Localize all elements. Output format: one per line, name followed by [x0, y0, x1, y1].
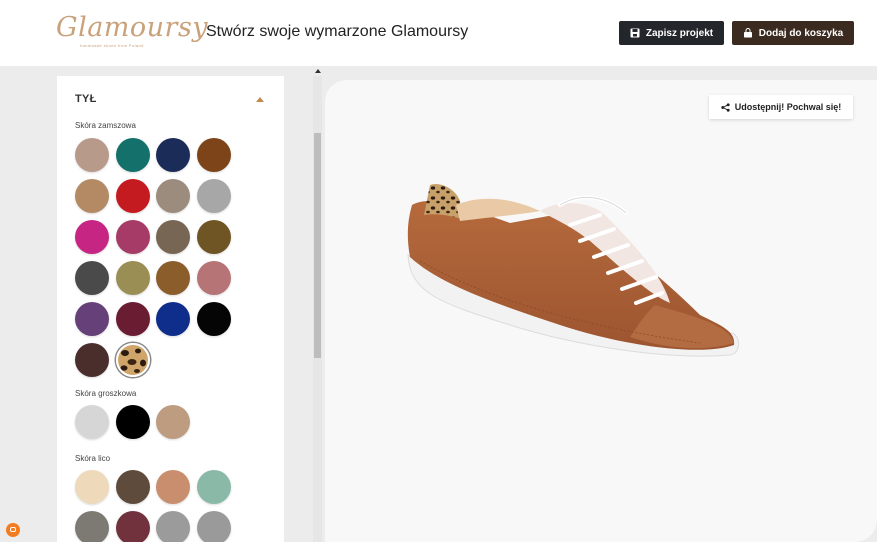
glamoursy-logo[interactable]: Glamoursy handmade shoes from Poland [54, 12, 208, 50]
color-swatch[interactable] [156, 220, 190, 254]
color-swatch[interactable] [197, 261, 231, 295]
color-swatch[interactable] [116, 511, 150, 542]
color-swatch[interactable] [116, 179, 150, 213]
save-project-label: Zapisz projekt [645, 27, 714, 39]
color-swatch[interactable] [156, 470, 190, 504]
floppy-icon [630, 28, 640, 38]
help-widget-icon[interactable] [6, 523, 20, 537]
scroll-up-arrow-icon[interactable] [315, 69, 321, 73]
header: Glamoursy handmade shoes from Poland Stw… [0, 0, 877, 66]
logo-tagline: handmade shoes from Poland [80, 43, 144, 48]
shopping-bag-icon [743, 28, 752, 38]
add-to-cart-label: Dodaj do koszyka [758, 27, 844, 39]
color-swatch[interactable] [75, 343, 109, 377]
color-swatch[interactable] [197, 220, 231, 254]
color-swatch[interactable] [75, 470, 109, 504]
color-swatch[interactable] [197, 138, 231, 172]
color-swatch[interactable] [197, 511, 231, 542]
color-swatch[interactable] [156, 405, 190, 439]
color-swatch[interactable] [75, 220, 109, 254]
group-label-smooth: Skóra lico [75, 454, 111, 463]
share-button[interactable]: Udostępnij! Pochwal się! [709, 95, 853, 119]
color-swatch[interactable] [116, 138, 150, 172]
color-swatch[interactable] [156, 302, 190, 336]
color-swatch[interactable] [156, 511, 190, 542]
color-swatch[interactable] [197, 302, 231, 336]
color-swatch[interactable] [156, 261, 190, 295]
color-swatch-leopard[interactable] [116, 343, 150, 377]
add-to-cart-button[interactable]: Dodaj do koszyka [732, 21, 854, 45]
shoe-preview-image[interactable] [400, 175, 745, 390]
share-label: Udostępnij! Pochwal się! [734, 102, 842, 112]
color-swatch[interactable] [156, 138, 190, 172]
color-swatch[interactable] [197, 179, 231, 213]
color-swatch[interactable] [75, 261, 109, 295]
color-swatch[interactable] [75, 511, 109, 542]
share-icon [721, 102, 730, 112]
group-label-pebbled: Skóra groszkowa [75, 389, 137, 398]
color-swatch[interactable] [75, 302, 109, 336]
color-swatch[interactable] [156, 179, 190, 213]
scrollbar-thumb[interactable] [314, 133, 321, 358]
logo-text: Glamoursy [56, 12, 209, 43]
color-swatch[interactable] [116, 261, 150, 295]
save-project-button[interactable]: Zapisz projekt [619, 21, 724, 45]
color-swatch[interactable] [116, 470, 150, 504]
color-swatch[interactable] [116, 302, 150, 336]
group-label-suede: Skóra zamszowa [75, 121, 136, 130]
color-swatch[interactable] [75, 138, 109, 172]
color-swatch[interactable] [197, 470, 231, 504]
section-title-back[interactable]: TYŁ [75, 93, 97, 105]
color-swatch[interactable] [75, 179, 109, 213]
page-title: Stwórz swoje wymarzone Glamoursy [206, 23, 469, 40]
color-swatch[interactable] [75, 405, 109, 439]
color-swatch[interactable] [116, 220, 150, 254]
caret-up-icon[interactable] [256, 97, 264, 102]
color-swatch[interactable] [116, 405, 150, 439]
